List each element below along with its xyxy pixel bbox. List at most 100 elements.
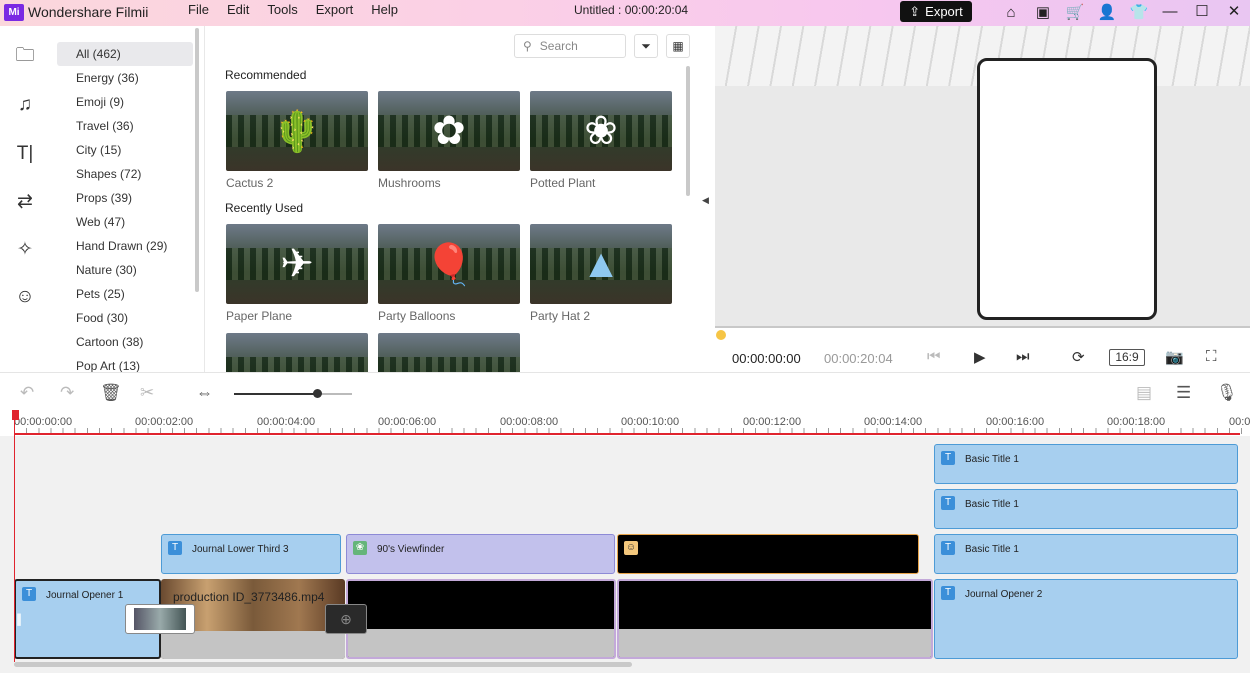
upload-icon: ⇪ [909, 3, 921, 19]
title-icon: T [22, 587, 36, 601]
clip-journal-lower-third[interactable]: T Journal Lower Third 3 [161, 534, 341, 574]
prev-frame-icon[interactable]: ⏮ [927, 348, 941, 365]
category-nature[interactable]: Nature (30) [57, 258, 193, 282]
clip-viewfinder[interactable]: ❀ 90's Viewfinder [346, 534, 615, 574]
ruler-label: 00:00:06:00 [378, 416, 437, 428]
undo-icon[interactable]: ↶ [20, 383, 34, 403]
sticker-thumb-cactus[interactable]: 🌵 [226, 91, 368, 171]
category-pop-art[interactable]: Pop Art (13) [57, 354, 193, 372]
sticker-thumb[interactable] [226, 333, 368, 372]
snapshot-icon[interactable]: 📷 [1165, 348, 1184, 366]
microphone-icon[interactable]: 🎙 [1216, 383, 1238, 403]
transition-preview[interactable] [125, 604, 195, 634]
category-props[interactable]: Props (39) [57, 186, 193, 210]
delete-icon[interactable]: 🗑 [100, 383, 122, 403]
category-shapes[interactable]: Shapes (72) [57, 162, 193, 186]
preview-progress-knob[interactable] [716, 330, 726, 340]
export-button[interactable]: ⇪ Export [900, 1, 972, 22]
menu-file[interactable]: File [188, 2, 209, 17]
category-panel: All (462) Energy (36) Emoji (9) Travel (… [50, 26, 205, 372]
filter-button[interactable]: ⏷ [634, 34, 658, 58]
track-manager-icon[interactable]: ▤ [1136, 383, 1152, 403]
title-icon: T [941, 586, 955, 600]
close-icon[interactable]: ✕ [1218, 0, 1250, 22]
sticker-thumb-potted-plant[interactable]: ❀ [530, 91, 672, 171]
filter-icon: ⏷ [641, 38, 651, 53]
effects-icon[interactable]: ✧ [12, 236, 38, 262]
next-frame-icon[interactable]: ⏭ [1016, 348, 1030, 365]
user-icon[interactable]: 👤 [1091, 2, 1123, 22]
collapse-left-icon[interactable]: ◀ [702, 195, 709, 206]
clip-basic-title-1[interactable]: T Basic Title 1 [934, 444, 1238, 484]
category-all[interactable]: All (462) [57, 42, 193, 66]
category-city[interactable]: City (15) [57, 138, 193, 162]
sticker-thumb-party-hat[interactable]: ▲ [530, 224, 672, 304]
menu-export[interactable]: Export [316, 2, 354, 17]
asset-scrollbar[interactable] [686, 66, 690, 196]
party-hat-icon: ▲ [581, 241, 621, 286]
title-icon: T [941, 541, 955, 555]
aspect-ratio-button[interactable]: 16:9 [1109, 349, 1145, 366]
grid-view-button[interactable]: ▦ [666, 34, 690, 58]
crosshair-icon[interactable]: ⊕ [325, 604, 367, 634]
menu-edit[interactable]: Edit [227, 2, 249, 17]
mushrooms-icon: ✿ [432, 109, 466, 153]
save-icon[interactable]: ▣ [1027, 2, 1059, 22]
cart-icon[interactable]: 🛒 [1059, 2, 1091, 22]
folder-icon[interactable]: 🗀 [12, 44, 38, 70]
category-travel[interactable]: Travel (36) [57, 114, 193, 138]
sticker-thumb-mushrooms[interactable]: ✿ [378, 91, 520, 171]
music-icon[interactable]: ♫ [12, 92, 38, 118]
clip-journal-opener-2[interactable]: T Journal Opener 2 [934, 579, 1238, 659]
timeline-scrollbar[interactable] [14, 662, 632, 667]
redo-icon[interactable]: ↷ [60, 383, 74, 403]
render-icon[interactable]: ⟳ [1072, 348, 1085, 366]
fullscreen-icon[interactable]: ⛶ [1206, 348, 1217, 365]
fit-zoom-icon[interactable]: ⇔ [196, 383, 213, 403]
play-icon[interactable]: ▶ [974, 348, 986, 366]
clip-black-1[interactable] [346, 579, 616, 659]
menu-help[interactable]: Help [371, 2, 398, 17]
cut-icon[interactable]: ✂ [140, 383, 154, 403]
zoom-slider-knob[interactable] [313, 389, 322, 398]
clip-basic-title-3[interactable]: T Basic Title 1 [934, 534, 1238, 574]
timeline-redline [14, 433, 1240, 435]
preview-progress-track[interactable] [715, 326, 1250, 328]
category-web[interactable]: Web (47) [57, 210, 193, 234]
maximize-icon[interactable]: ☐ [1186, 0, 1218, 22]
text-icon[interactable]: T| [12, 141, 38, 167]
playhead[interactable] [14, 410, 15, 662]
current-timecode: 00:00:00:00 [732, 351, 801, 366]
clip-black-2[interactable] [617, 579, 933, 659]
transition-thumb [134, 608, 186, 630]
clip-sticker[interactable]: ☺ [617, 534, 919, 574]
category-scrollbar[interactable] [195, 28, 199, 292]
sticker-thumb-party-balloons[interactable]: 🎈 [378, 224, 520, 304]
shirt-icon[interactable]: 👕 [1123, 2, 1155, 22]
sticker-thumb[interactable] [378, 333, 520, 372]
minimize-icon[interactable]: — [1154, 0, 1186, 22]
category-energy[interactable]: Energy (36) [57, 66, 193, 90]
sticker-thumb-paper-plane[interactable]: ✈ [226, 224, 368, 304]
cactus-icon: 🌵 [272, 109, 322, 154]
category-pets[interactable]: Pets (25) [57, 282, 193, 306]
category-food[interactable]: Food (30) [57, 306, 193, 330]
sticker-icon[interactable]: ☺ [12, 284, 38, 310]
settings-icon[interactable]: ☰ [1176, 383, 1191, 403]
clip-label: Journal Opener 1 [46, 590, 124, 601]
project-title: Untitled : 00:00:20:04 [574, 3, 689, 17]
home-icon[interactable]: ⌂ [995, 2, 1027, 22]
app-logo: Mi [4, 4, 24, 21]
category-emoji[interactable]: Emoji (9) [57, 90, 193, 114]
clip-basic-title-2[interactable]: T Basic Title 1 [934, 489, 1238, 529]
audio-waveform [161, 631, 345, 659]
pause-marker-icon: ∥ [16, 612, 22, 626]
category-cartoon[interactable]: Cartoon (38) [57, 330, 193, 354]
category-hand-drawn[interactable]: Hand Drawn (29) [57, 234, 193, 258]
search-input[interactable]: ⚲ Search [514, 34, 626, 58]
clip-label: Basic Title 1 [965, 544, 1019, 555]
top-icons: ⌂ ▣ 🛒 👤 👕 [995, 2, 1155, 22]
potted-plant-icon: ❀ [584, 109, 618, 153]
transition-icon[interactable]: ⇄ [12, 188, 38, 214]
menu-tools[interactable]: Tools [267, 2, 297, 17]
